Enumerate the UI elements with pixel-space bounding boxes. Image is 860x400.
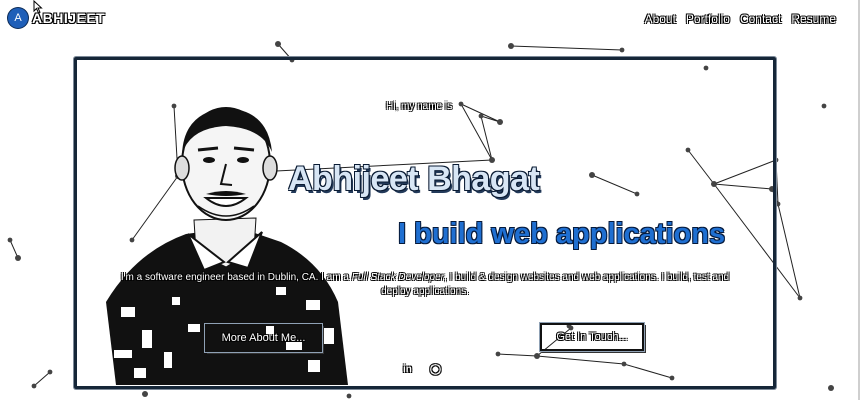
main-nav: About Portfolio Contact Resume (645, 12, 836, 26)
bio-role: Full Stack Developer (351, 272, 444, 283)
hero-name: Abhijeet Bhagat (288, 160, 540, 198)
nav-portfolio[interactable]: Portfolio (686, 12, 730, 26)
network-node (15, 255, 21, 261)
nav-resume[interactable]: Resume (791, 12, 836, 26)
network-node (619, 47, 625, 53)
hero-bio: I'm a software engineer based in Dublin,… (112, 271, 738, 299)
network-node (142, 391, 148, 397)
network-link (510, 45, 623, 51)
linkedin-icon[interactable]: in (403, 364, 412, 375)
network-node (346, 393, 352, 399)
network-node (821, 103, 827, 109)
network-node (7, 237, 13, 243)
nav-contact[interactable]: Contact (740, 12, 781, 26)
logo-badge: A (8, 8, 28, 28)
more-about-me-button[interactable]: More About Me... (205, 324, 322, 352)
site-logo[interactable]: A ABHIJEET (8, 8, 105, 28)
bio-text-start: I'm a software engineer based in Dublin,… (120, 272, 352, 283)
network-node (275, 41, 281, 47)
network-node (508, 43, 514, 49)
hero-tagline: I build web applications (398, 218, 726, 250)
nav-about[interactable]: About (645, 12, 676, 26)
social-links: in ◯ (403, 364, 441, 375)
network-link (33, 371, 51, 387)
network-node (797, 295, 803, 301)
network-node (775, 201, 781, 207)
greeting-text: Hi, my name is (386, 101, 453, 112)
network-link (775, 159, 779, 205)
network-node (828, 385, 834, 391)
network-node (47, 369, 53, 375)
github-icon[interactable]: ◯ (430, 364, 441, 375)
mouse-cursor-icon (33, 0, 43, 14)
get-in-touch-button[interactable]: Get In Touch... (540, 323, 644, 351)
network-node (31, 383, 37, 389)
